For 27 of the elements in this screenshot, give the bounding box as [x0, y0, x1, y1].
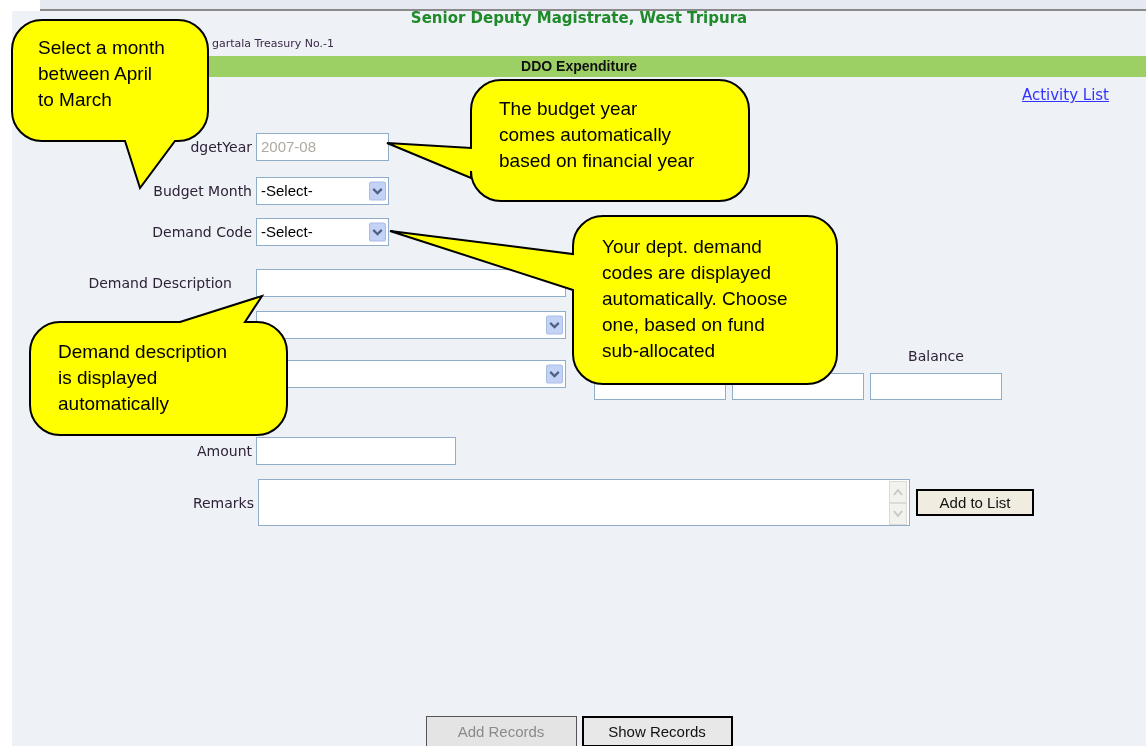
field-label: Demand Code [151, 224, 253, 240]
callout-text: The budget year comes automatically based on financial year [499, 97, 695, 173]
scrollbar[interactable] [889, 481, 907, 525]
field-label: Remarks [191, 494, 255, 511]
field-label: dgetYear [189, 139, 253, 155]
field-label: Budget Month [152, 183, 253, 199]
dropdown[interactable] [256, 311, 566, 339]
add-to-list-button[interactable]: Add to List [916, 489, 1034, 516]
balance-field[interactable] [870, 373, 1002, 400]
activity-list-link[interactable]: Activity List [1021, 86, 1109, 105]
callout-text: Your dept. demand codes are displayed automatically. Choose one, based on fund sub-allocated [602, 235, 788, 363]
treasury-name: gartala Treasury No.-1 [212, 38, 334, 50]
demand-description-field[interactable] [256, 269, 566, 297]
callout-text: Demand description is displayed automatically [58, 340, 227, 416]
page-title: Senior Deputy Magistrate, West Tripura [409, 11, 749, 25]
demand-code-select[interactable]: -Select- [256, 218, 389, 246]
column-label: Balance [908, 348, 964, 364]
remarks-field[interactable] [258, 479, 910, 526]
amount-field[interactable] [256, 437, 456, 465]
field-label: Demand Description [87, 275, 233, 291]
chevron-down-icon [369, 181, 386, 201]
action-button[interactable]: Show Records [581, 716, 733, 746]
field-label: Amount [196, 443, 253, 459]
chevron-down-icon [369, 222, 386, 242]
chevron-down-icon [546, 364, 563, 384]
budget-month-select[interactable]: -Select- [256, 177, 389, 205]
chevron-down-icon [546, 315, 563, 335]
